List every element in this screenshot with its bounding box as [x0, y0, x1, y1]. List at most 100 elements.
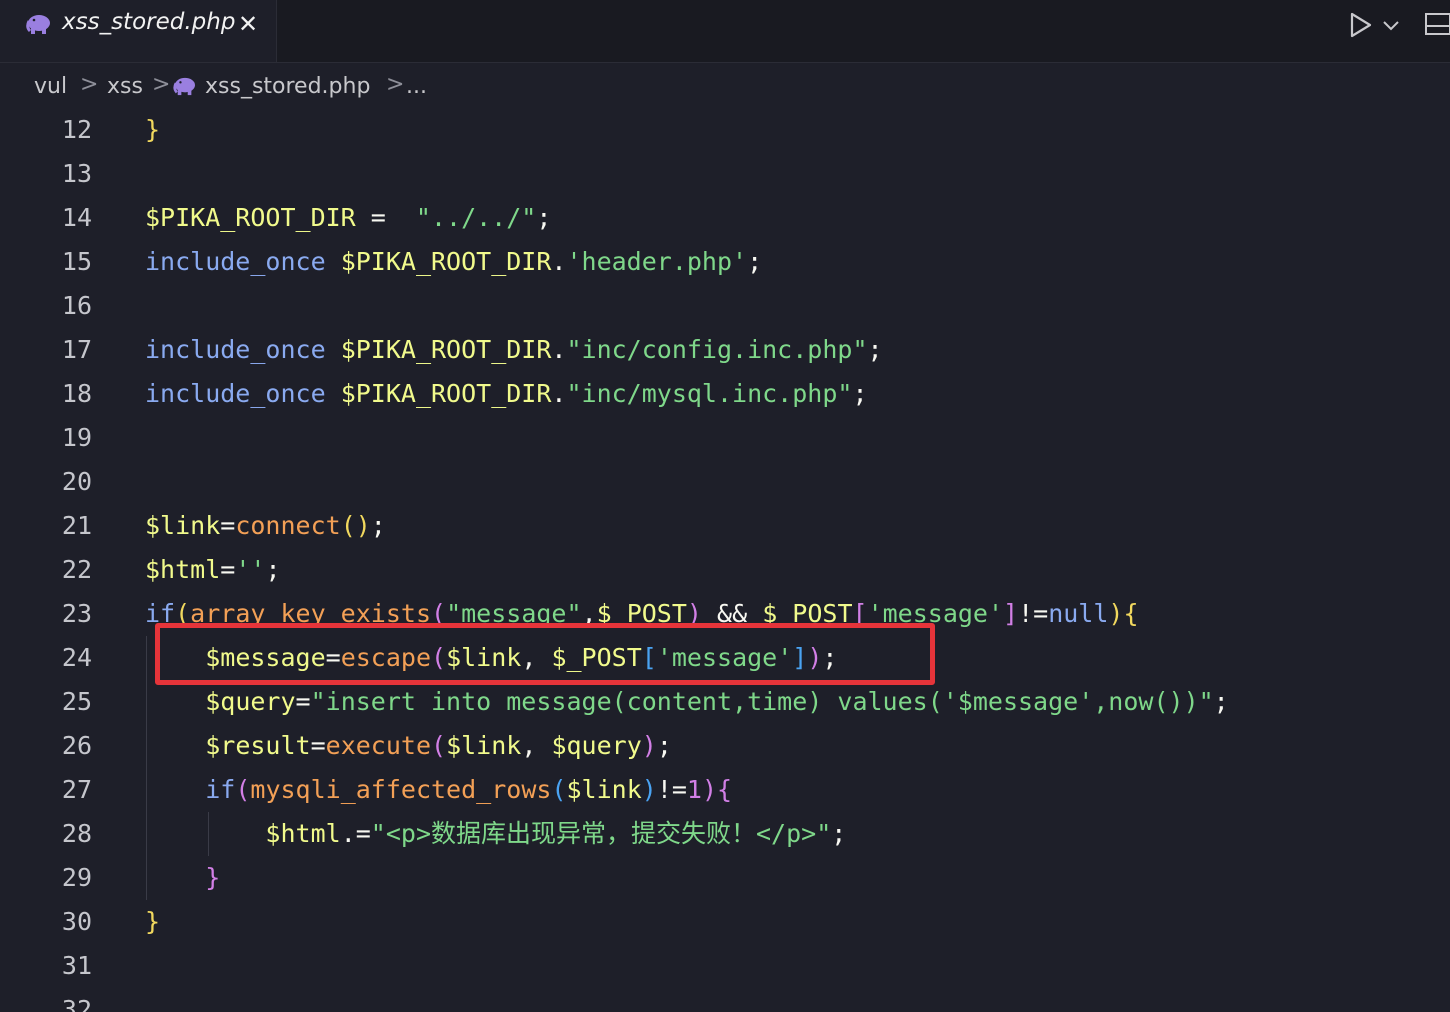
line-number: 20: [61, 467, 92, 496]
code-line[interactable]: 26 $result=execute($link, $query);: [0, 724, 1450, 768]
code-token: $_POST: [596, 599, 687, 628]
php-elephant-icon: [173, 77, 195, 96]
code-token: =: [220, 511, 236, 540]
code-token: "inc/config.inc.php": [566, 335, 868, 364]
code-token: $PIKA_ROOT_DIR: [340, 247, 552, 276]
close-icon[interactable]: ✕: [238, 10, 258, 38]
code-line[interactable]: 14 $PIKA_ROOT_DIR = "../../";: [0, 196, 1450, 240]
code-token: "message": [446, 599, 582, 628]
code-line[interactable]: 12}: [0, 108, 1450, 152]
code-text: if(array_key_exists("message",$_POST) &&…: [145, 592, 1139, 636]
code-line[interactable]: 25 $query="insert into message(content,t…: [0, 680, 1450, 724]
code-token: [: [852, 599, 868, 628]
chevron-down-icon[interactable]: [1381, 15, 1401, 35]
line-number: 21: [61, 511, 92, 540]
code-editor[interactable]: 12} 13 14 $PIKA_ROOT_DIR = "../../"; 15 inclu…: [0, 108, 1450, 1012]
code-text: $html.="<p>数据库出现异常，提交失败！</p>";: [145, 812, 846, 856]
code-token: $message: [205, 643, 326, 672]
code-token: mysqli_affected_rows: [250, 775, 552, 804]
line-number: 27: [61, 775, 92, 804]
line-number: 18: [61, 379, 92, 408]
breadcrumb-item-vul[interactable]: vul: [34, 74, 67, 99]
breadcrumb-item-file[interactable]: xss_stored.php: [205, 74, 370, 99]
code-line[interactable]: 13: [0, 152, 1450, 196]
code-token: (: [235, 775, 251, 804]
code-token: ;: [747, 247, 763, 276]
code-line[interactable]: 23 if(array_key_exists("message",$_POST) …: [0, 592, 1450, 636]
breadcrumb-item-symbols[interactable]: ...: [406, 74, 427, 99]
code-token: .=: [340, 819, 371, 848]
code-line[interactable]: 32: [0, 988, 1450, 1012]
code-token: 'message': [656, 643, 793, 672]
line-number: 23: [61, 599, 92, 628]
code-line[interactable]: 17 include_once $PIKA_ROOT_DIR."inc/confi…: [0, 328, 1450, 372]
line-number: 25: [61, 687, 92, 716]
code-line[interactable]: 15 include_once $PIKA_ROOT_DIR.'header.ph…: [0, 240, 1450, 284]
line-number: 31: [61, 951, 92, 980]
code-token: "inc/mysql.inc.php": [566, 379, 853, 408]
code-token: "../../": [400, 203, 537, 232]
code-token: ): [641, 775, 657, 804]
code-token: include_once: [145, 379, 326, 408]
code-token: ): [641, 731, 657, 760]
code-line[interactable]: 21 $link=connect();: [0, 504, 1450, 548]
code-token: ;: [822, 643, 838, 672]
tab-xss-stored[interactable]: xss_stored.php ✕: [0, 0, 277, 62]
code-line[interactable]: 19: [0, 416, 1450, 460]
code-token: $html: [265, 819, 341, 848]
line-number: 14: [61, 203, 92, 232]
code-token: !=: [1018, 599, 1049, 628]
code-token: ]: [792, 643, 808, 672]
code-line[interactable]: 24 $message=escape($link, $_POST['messag…: [0, 636, 1450, 680]
code-token: $query: [551, 731, 642, 760]
code-token: (: [431, 731, 447, 760]
code-token: array_key_exists: [190, 599, 431, 628]
code-text: $query="insert into message(content,time…: [145, 680, 1229, 724]
code-line[interactable]: 22 $html='';: [0, 548, 1450, 592]
split-editor-icon[interactable]: [1424, 11, 1450, 37]
line-number: 12: [61, 115, 92, 144]
code-line[interactable]: 20: [0, 460, 1450, 504]
code-token: "<p>数据库出现异常，提交失败！</p>": [370, 819, 832, 848]
code-token: connect: [235, 511, 341, 540]
code-text: }: [145, 108, 160, 152]
breadcrumb-separator: >: [152, 72, 171, 97]
code-token: (): [340, 511, 371, 540]
code-token: escape: [340, 643, 432, 672]
code-token: ): [807, 643, 823, 672]
code-line[interactable]: 16: [0, 284, 1450, 328]
play-icon[interactable]: [1346, 11, 1374, 39]
code-line[interactable]: 18 include_once $PIKA_ROOT_DIR."inc/mysql…: [0, 372, 1450, 416]
code-line[interactable]: 27 if(mysqli_affected_rows($link)!=1){: [0, 768, 1450, 812]
breadcrumb-separator: >: [80, 72, 99, 97]
tab-bar: xss_stored.php ✕: [0, 0, 1450, 63]
code-token: include_once: [145, 247, 326, 276]
code-text: include_once $PIKA_ROOT_DIR.'header.php'…: [145, 240, 762, 284]
code-line[interactable]: 31: [0, 944, 1450, 988]
code-token: ;: [536, 203, 552, 232]
code-token: ,: [581, 599, 597, 628]
code-token: if: [145, 599, 176, 628]
php-elephant-icon: [26, 15, 50, 34]
code-text: include_once $PIKA_ROOT_DIR."inc/mysql.i…: [145, 372, 868, 416]
code-text: if(mysqli_affected_rows($link)!=1){: [145, 768, 732, 812]
code-token: $result: [205, 731, 311, 760]
code-text: $PIKA_ROOT_DIR = "../../";: [145, 196, 551, 240]
code-text: $html='';: [145, 548, 281, 592]
code-token: $_POST: [551, 643, 642, 672]
code-token: ]: [1003, 599, 1019, 628]
code-line[interactable]: 29 }: [0, 856, 1450, 900]
code-line[interactable]: 30}: [0, 900, 1450, 944]
code-token: execute: [325, 731, 431, 760]
code-line[interactable]: 28 $html.="<p>数据库出现异常，提交失败！</p>";: [0, 812, 1450, 856]
code-token: 1: [686, 775, 702, 804]
code-token: 'message': [867, 599, 1004, 628]
breadcrumb-item-xss[interactable]: xss: [107, 74, 143, 99]
code-token: !=: [656, 775, 687, 804]
code-token: &&: [701, 599, 763, 628]
